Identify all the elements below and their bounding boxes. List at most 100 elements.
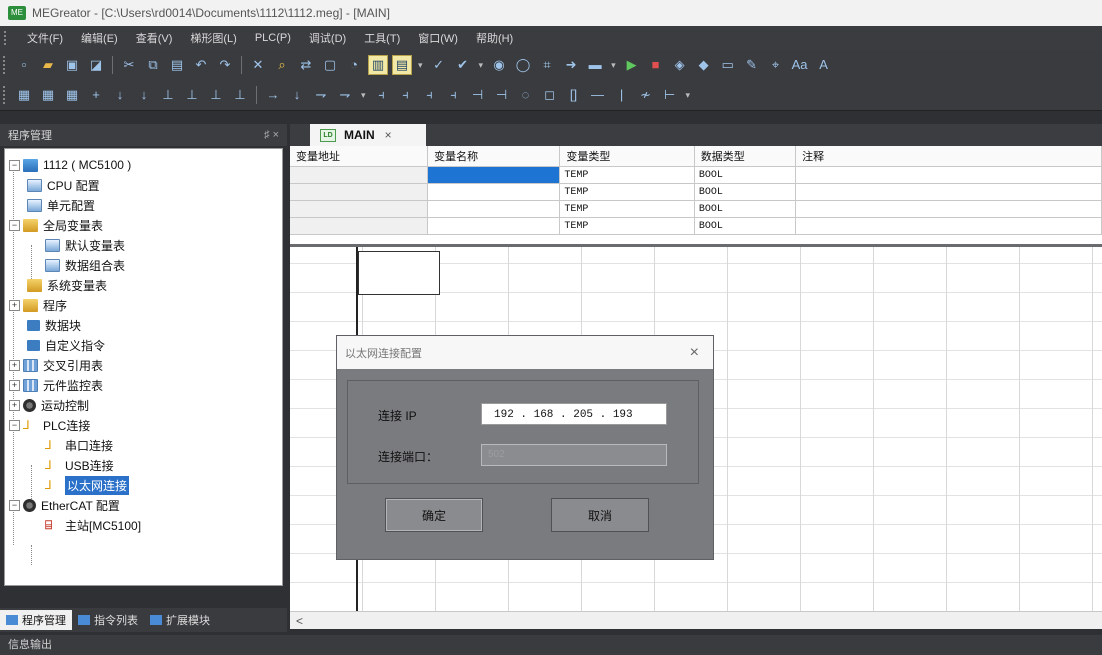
parallel-no-icon[interactable]: ⊣ <box>468 85 488 105</box>
panel-pin-close-controls[interactable]: ♯ × <box>264 129 279 141</box>
col-header-address[interactable]: 变量地址 <box>290 146 429 167</box>
cell-var-type[interactable]: TEMP <box>559 217 695 235</box>
rise-contact-icon[interactable]: ⫞ <box>420 85 440 105</box>
cell-name[interactable] <box>427 183 561 201</box>
ip-address-input[interactable]: 192 . 168 . 205 . 193 <box>481 403 667 425</box>
debug-icon[interactable]: ◆ <box>694 55 714 75</box>
cell-data-type[interactable]: BOOL <box>694 183 797 201</box>
monitor-icon[interactable]: ⌗ <box>537 55 557 75</box>
window-layout-icon[interactable]: ▥ <box>368 55 388 75</box>
tab-program-manager[interactable]: 程序管理 <box>0 610 72 630</box>
scroll-left-icon[interactable]: < <box>296 614 303 628</box>
run-icon[interactable]: ▶ <box>622 55 642 75</box>
window-split-icon[interactable]: ▤ <box>392 55 412 75</box>
horizontal-scrollbar[interactable]: < <box>290 611 1102 629</box>
cut-icon[interactable]: ✂ <box>119 55 139 75</box>
expand-toggle-icon[interactable]: + <box>9 359 20 371</box>
horizontal-line-icon[interactable]: — <box>588 85 608 105</box>
copy-icon[interactable]: ⧉ <box>143 55 163 75</box>
collapse-toggle-icon[interactable]: − <box>9 219 20 231</box>
cell-name[interactable] <box>427 200 561 218</box>
cell-var-type[interactable]: TEMP <box>559 200 695 218</box>
menu-tools[interactable]: 工具(T) <box>355 30 409 46</box>
tree-item-serial-conn[interactable]: ⅃ 串口连接 <box>45 435 113 455</box>
ladder-view-icon[interactable]: ▦ <box>14 85 34 105</box>
function-block-icon[interactable]: ◻ <box>540 85 560 105</box>
tab-main[interactable]: LD MAIN × <box>310 124 426 146</box>
toolbar-overflow-icon[interactable]: ▾ <box>361 90 366 101</box>
new-file-icon[interactable]: ▫ <box>14 55 34 75</box>
menu-file[interactable]: 文件(F) <box>18 30 72 46</box>
insert-branch-icon[interactable]: + <box>86 85 106 105</box>
tree-item-program[interactable]: + 程序 <box>9 295 67 315</box>
menu-window[interactable]: 窗口(W) <box>409 30 467 46</box>
offline-icon[interactable]: ◯ <box>513 55 533 75</box>
nc-contact-icon[interactable]: ⫞ <box>396 85 416 105</box>
tree-item-data-combo[interactable]: 数据组合表 <box>45 255 125 275</box>
coil-icon[interactable]: ◌ <box>516 85 536 105</box>
ladder-view-2-icon[interactable]: ▦ <box>38 85 58 105</box>
menu-edit[interactable]: 编辑(E) <box>72 30 127 46</box>
menu-debug[interactable]: 调试(D) <box>300 30 355 46</box>
tree-item-unit-config[interactable]: 单元配置 <box>27 195 95 215</box>
parallel-contact-icon[interactable]: ⊥ <box>158 85 178 105</box>
tree-item-master[interactable]: ⌸ 主站[MC5100] <box>45 515 141 535</box>
cell-comment[interactable] <box>795 217 1102 235</box>
tree-item-system-vars[interactable]: 系统变量表 <box>27 275 107 295</box>
paste-icon[interactable]: ▤ <box>167 55 187 75</box>
ladder-cursor-cell[interactable] <box>358 251 440 295</box>
toolbar-overflow-icon[interactable]: ▾ <box>611 60 616 71</box>
col-header-var-type[interactable]: 变量类型 <box>559 146 695 167</box>
no-contact-icon[interactable]: ⫞ <box>372 85 392 105</box>
tree-item-project[interactable]: − 1112 ( MC5100 ) <box>9 155 131 175</box>
collapse-toggle-icon[interactable]: − <box>9 159 20 171</box>
vertical-line-icon[interactable]: | <box>612 85 632 105</box>
pencil-icon[interactable]: ✎ <box>742 55 762 75</box>
ok-button[interactable]: 确定 <box>385 498 483 532</box>
dialog-close-icon[interactable]: × <box>690 344 699 362</box>
parallel-contact-4-icon[interactable]: ⊥ <box>230 85 250 105</box>
tree-item-cross-ref[interactable]: + 交叉引用表 <box>9 355 103 375</box>
compile-icon[interactable]: ✔ <box>453 55 473 75</box>
ladder-view-3-icon[interactable]: ▦ <box>62 85 82 105</box>
menu-ladder[interactable]: 梯形图(L) <box>181 30 245 46</box>
table-row[interactable]: TEMP BOOL <box>290 217 1102 235</box>
cell-var-type[interactable]: TEMP <box>559 183 695 201</box>
check-icon[interactable]: ✓ <box>429 55 449 75</box>
font-icon[interactable]: A <box>814 55 834 75</box>
undo-icon[interactable]: ↶ <box>191 55 211 75</box>
table-row[interactable]: TEMP BOOL <box>290 200 1102 218</box>
col-header-name[interactable]: 变量名称 <box>427 146 561 167</box>
tree-item-global-vars[interactable]: − 全局变量表 <box>9 215 103 235</box>
expand-toggle-icon[interactable]: + <box>9 299 20 311</box>
cell-address[interactable] <box>290 200 429 218</box>
close-tab-icon[interactable]: × <box>385 128 392 142</box>
delete-icon[interactable]: ✕ <box>248 55 268 75</box>
tree-item-custom-instr[interactable]: 自定义指令 <box>27 335 105 355</box>
line-2-icon[interactable]: ⇁ <box>335 85 355 105</box>
cell-comment[interactable] <box>795 166 1102 184</box>
cell-comment[interactable] <box>795 183 1102 201</box>
cell-data-type[interactable]: BOOL <box>694 217 797 235</box>
tree-item-motion[interactable]: + 运动控制 <box>9 395 89 415</box>
col-header-data-type[interactable]: 数据类型 <box>694 146 797 167</box>
cell-data-type[interactable]: BOOL <box>694 166 797 184</box>
cell-comment[interactable] <box>795 200 1102 218</box>
tree-item-monitor[interactable]: + 元件监控表 <box>9 375 103 395</box>
tab-instruction-list[interactable]: 指令列表 <box>72 610 144 630</box>
tree-item-cpu-config[interactable]: CPU 配置 <box>27 175 100 195</box>
find-icon[interactable]: ⌕ <box>272 55 292 75</box>
tab-extension-modules[interactable]: 扩展模块 <box>144 610 216 630</box>
tree-item-data-block[interactable]: 数据块 <box>27 315 81 335</box>
tree-item-plc-conn[interactable]: − ⅃ PLC连接 <box>9 415 90 435</box>
hline-icon[interactable]: → <box>263 85 283 105</box>
screen-icon[interactable]: ▭ <box>718 55 738 75</box>
col-header-comment[interactable]: 注释 <box>795 146 1102 167</box>
online-icon[interactable]: ◉ <box>489 55 509 75</box>
cell-name[interactable] <box>427 217 561 235</box>
print-preview-icon[interactable]: ▢ <box>320 55 340 75</box>
menu-help[interactable]: 帮助(H) <box>467 30 522 46</box>
expand-toggle-icon[interactable]: + <box>9 379 20 391</box>
table-row[interactable]: TEMP BOOL <box>290 183 1102 201</box>
cell-data-type[interactable]: BOOL <box>694 200 797 218</box>
